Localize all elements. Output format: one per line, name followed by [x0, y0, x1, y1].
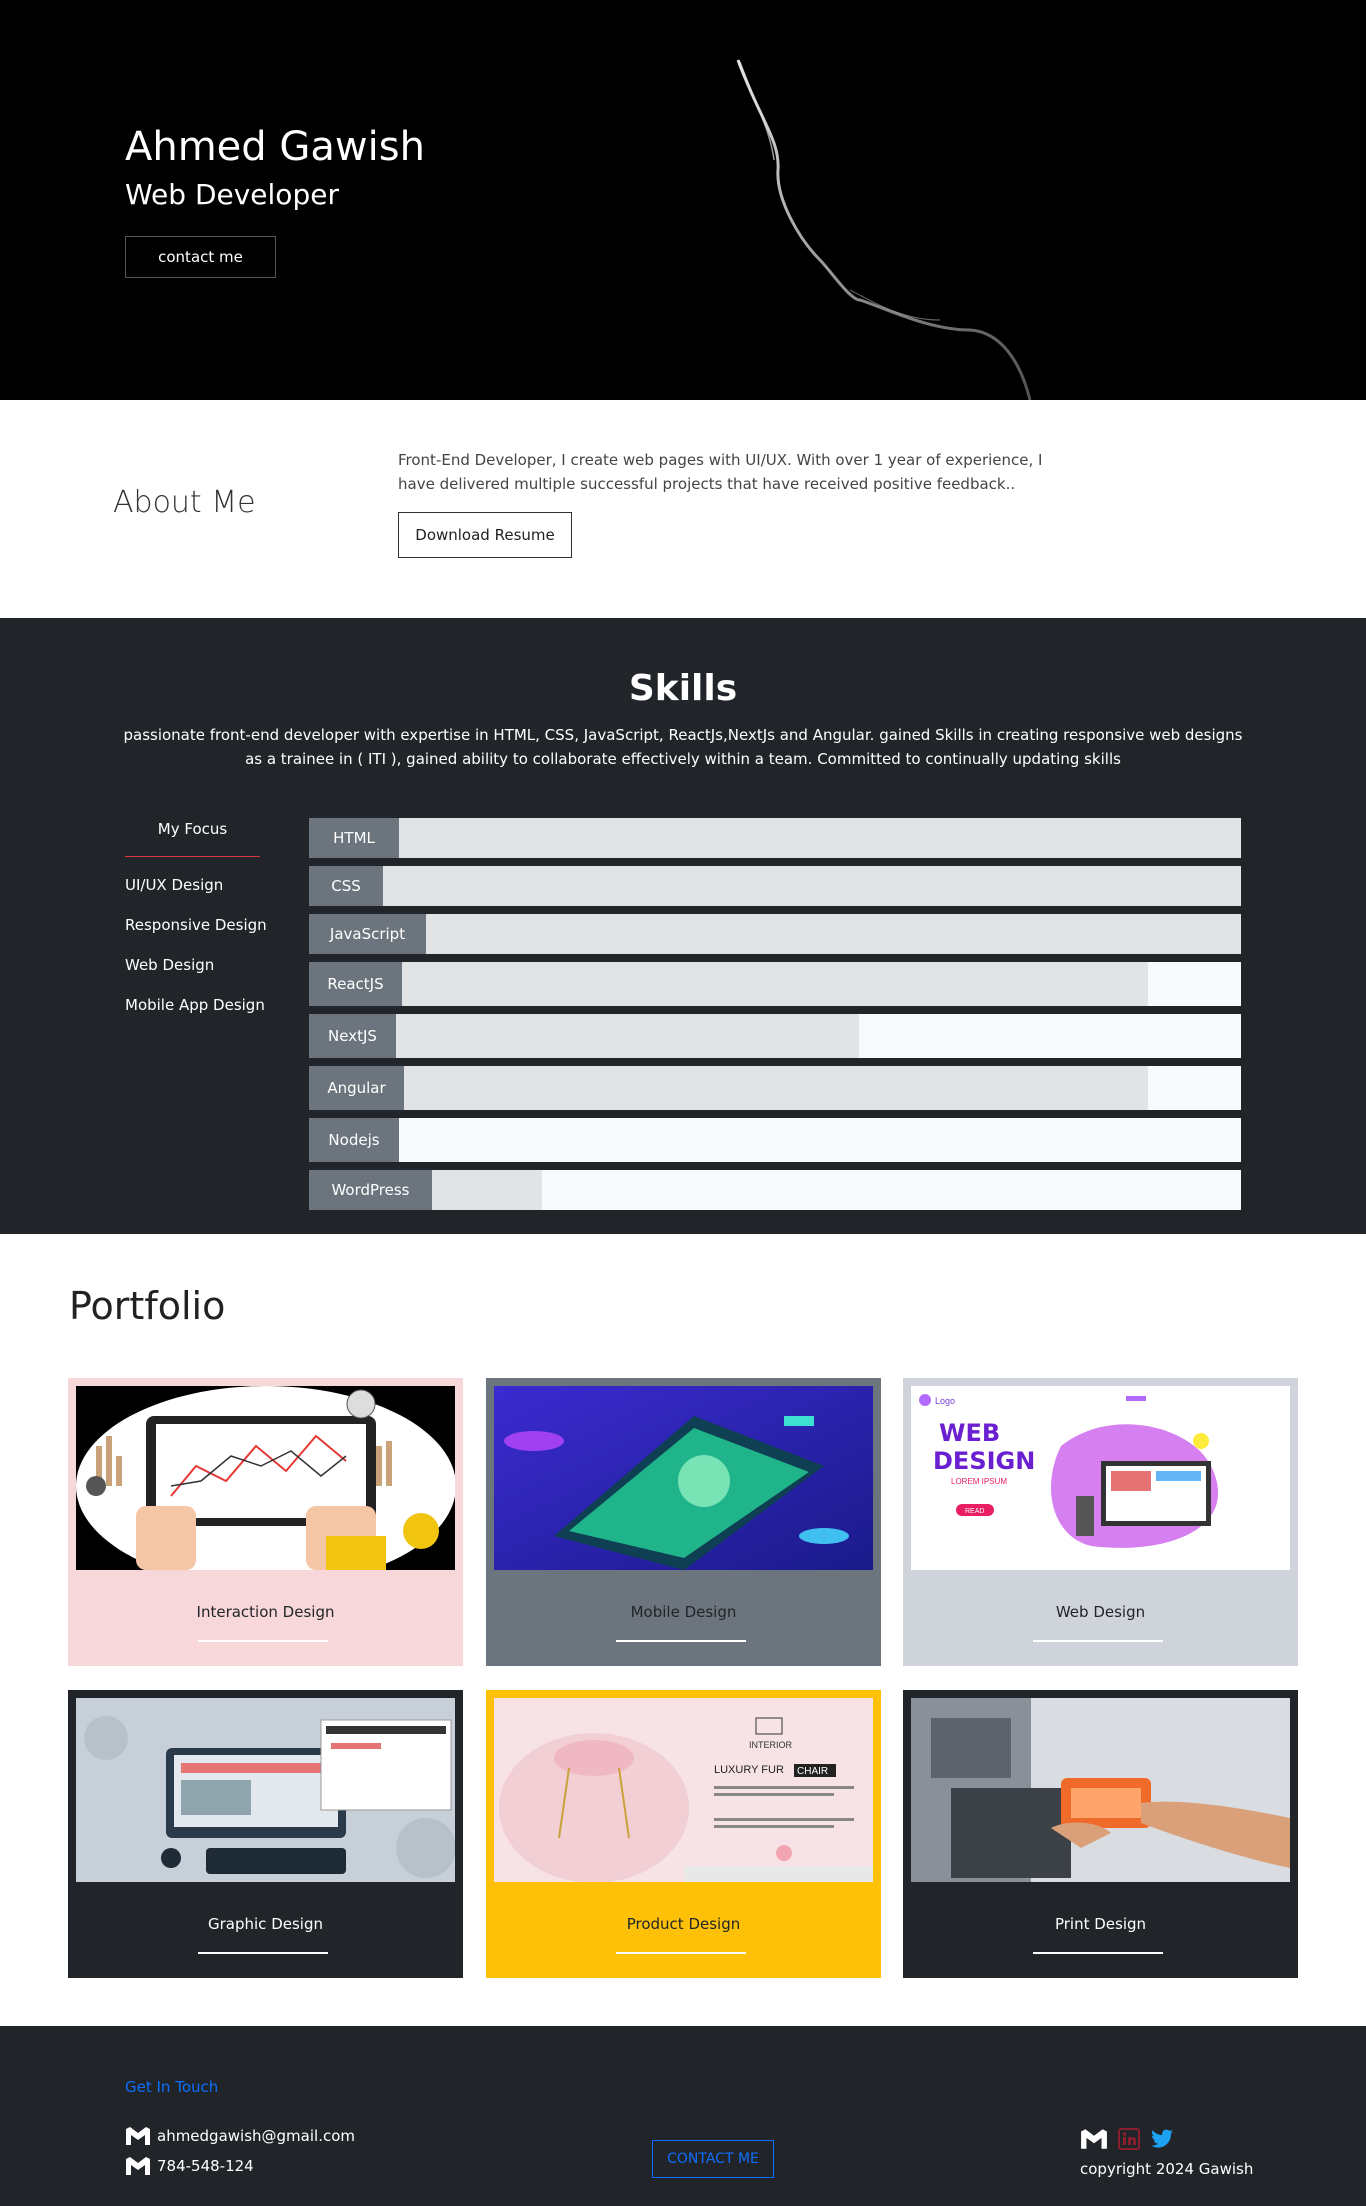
- about-text: Front-End Developer, I create web pages …: [398, 451, 1043, 493]
- skills-description: passionate front-end developer with expe…: [123, 726, 1243, 768]
- skill-fill: [309, 866, 1241, 906]
- focus-item: Mobile App Design: [125, 996, 265, 1014]
- skill-bar-nodejs: Nodejs: [309, 1118, 1241, 1162]
- footer: Get In Touch ahmedgawish@gmail.com 784-5…: [0, 2026, 1366, 2206]
- about-section: About Me Front-End Developer, I create w…: [0, 400, 1366, 618]
- card-underline: [1033, 1952, 1163, 1954]
- skill-fill: [309, 914, 1241, 954]
- gmail-icon: [126, 2127, 150, 2145]
- portfolio-card-print-design[interactable]: Print Design: [903, 1690, 1298, 1978]
- about-title: About Me: [113, 485, 256, 520]
- card-caption: Graphic Design: [208, 1915, 323, 1933]
- skill-label: JavaScript: [309, 914, 426, 954]
- card-underline: [616, 1640, 746, 1642]
- focus-title: My Focus: [157, 820, 228, 838]
- hero-name: Ahmed Gawish: [125, 124, 425, 170]
- portfolio-card-web-design[interactable]: Logo WEB DESIGN LOREM IPSUM READ Web Des…: [903, 1378, 1298, 1666]
- get-in-touch-link[interactable]: Get In Touch: [125, 2078, 218, 2096]
- hero-section: Ahmed Gawish Web Developer contact me: [0, 0, 1366, 400]
- portfolio-title: Portfolio: [69, 1284, 226, 1328]
- hero-role: Web Developer: [125, 178, 339, 211]
- product-title2: CHAIR: [797, 1766, 828, 1777]
- skill-bar-angular: Angular: [309, 1066, 1241, 1110]
- mobile-design-image: [494, 1386, 873, 1570]
- skill-bar-css: CSS: [309, 866, 1241, 906]
- web-subtitle: LOREM IPSUM: [951, 1477, 1007, 1486]
- skills-section: Skills passionate front-end developer wi…: [0, 618, 1366, 1234]
- skill-label: Nodejs: [309, 1118, 399, 1162]
- download-resume-button[interactable]: Download Resume: [398, 512, 572, 558]
- contact-me-footer-button[interactable]: CONTACT ME: [652, 2140, 774, 2178]
- card-caption: Product Design: [626, 1915, 741, 1933]
- skill-fill: [309, 962, 1148, 1006]
- print-design-image: [911, 1698, 1290, 1882]
- social-links: [1080, 2128, 1174, 2150]
- portfolio-card-product-design[interactable]: INTERIOR LUXURY FUR CHAIR Product Design: [486, 1690, 881, 1978]
- skill-fill: [309, 1066, 1148, 1110]
- email-contact: ahmedgawish@gmail.com: [125, 2126, 355, 2146]
- contact-me-button[interactable]: contact me: [125, 236, 276, 278]
- phone-text: 784-548-124: [157, 2157, 254, 2175]
- card-underline: [1033, 1640, 1163, 1642]
- product-design-image: INTERIOR LUXURY FUR CHAIR: [494, 1698, 873, 1882]
- skill-label: WordPress: [309, 1170, 432, 1210]
- skill-bar-reactjs: ReactJS: [309, 962, 1241, 1006]
- skill-bar-javascript: JavaScript: [309, 914, 1241, 954]
- focus-item: Responsive Design: [125, 916, 267, 934]
- linkedin-icon[interactable]: [1118, 2128, 1140, 2150]
- gmail-icon: [126, 2157, 150, 2175]
- card-underline: [198, 1952, 328, 1954]
- skill-fill: [309, 818, 1241, 858]
- card-caption: Print Design: [1054, 1915, 1147, 1933]
- skill-bar-wordpress: WordPress: [309, 1170, 1241, 1210]
- portfolio-card-graphic-design[interactable]: Graphic Design: [68, 1690, 463, 1978]
- graphic-design-image: [76, 1698, 455, 1882]
- skill-label: CSS: [309, 866, 383, 906]
- card-caption: Web Design: [1055, 1603, 1146, 1621]
- skill-label: Angular: [309, 1066, 404, 1110]
- phone-contact: 784-548-124: [125, 2156, 254, 2176]
- card-underline: [198, 1640, 328, 1642]
- web-logo-text: Logo: [935, 1396, 955, 1406]
- focus-divider: [125, 856, 260, 857]
- focus-item: UI/UX Design: [125, 876, 224, 894]
- product-brand: INTERIOR: [749, 1740, 793, 1750]
- skill-label: ReactJS: [309, 962, 402, 1006]
- web-title-line2: DESIGN: [933, 1447, 1035, 1475]
- skills-title: Skills: [628, 668, 738, 709]
- portfolio-card-mobile-design[interactable]: Mobile Design: [486, 1378, 881, 1666]
- skill-label: NextJS: [309, 1014, 396, 1058]
- card-underline: [616, 1952, 746, 1954]
- card-caption: Interaction Design: [196, 1603, 335, 1621]
- skill-bar-nextjs: NextJS: [309, 1014, 1241, 1058]
- twitter-icon[interactable]: [1150, 2129, 1174, 2149]
- web-title-line1: WEB: [939, 1419, 1000, 1447]
- hero-portrait-image: [700, 0, 1160, 400]
- interaction-design-image: [76, 1386, 455, 1570]
- gmail-icon[interactable]: [1080, 2128, 1108, 2150]
- web-design-image: Logo WEB DESIGN LOREM IPSUM READ: [911, 1386, 1290, 1570]
- email-text: ahmedgawish@gmail.com: [157, 2127, 355, 2145]
- focus-item: Web Design: [125, 956, 215, 974]
- skill-label: HTML: [309, 818, 399, 858]
- skill-bar-html: HTML: [309, 818, 1241, 858]
- portfolio-card-interaction-design[interactable]: Interaction Design: [68, 1378, 463, 1666]
- web-read-button: READ: [965, 1508, 984, 1515]
- product-title1: LUXURY FUR: [714, 1764, 784, 1776]
- copyright-text: copyright 2024 Gawish: [1080, 2160, 1254, 2178]
- card-caption: Mobile Design: [630, 1603, 737, 1621]
